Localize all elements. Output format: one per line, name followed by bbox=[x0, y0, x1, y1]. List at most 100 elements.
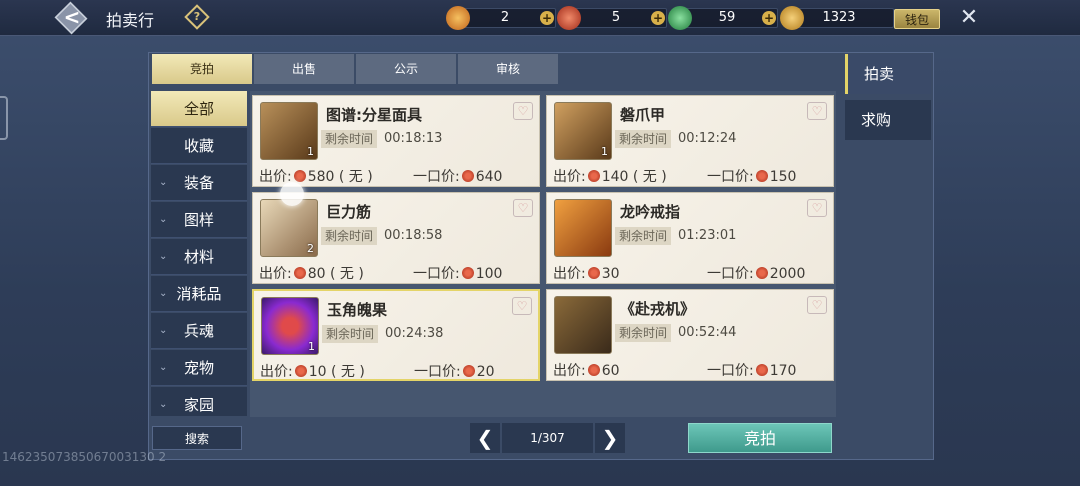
close-icon[interactable]: ✕ bbox=[956, 5, 982, 31]
tab-bidding[interactable]: 竞拍 bbox=[152, 54, 252, 84]
favorite-heart-icon[interactable]: ♡ bbox=[807, 102, 827, 120]
coin-icon bbox=[587, 170, 600, 182]
coin-icon bbox=[294, 365, 307, 377]
category-favorites[interactable]: 收藏 bbox=[151, 128, 247, 164]
currency-value: 5 bbox=[611, 10, 621, 25]
chevron-down-icon: ⌄ bbox=[159, 288, 168, 299]
item-card-selected[interactable]: 1 玉角魄果 剩余时间 00:24:38 ♡ 出价: 10 ( 无 ) 一口价: 2… bbox=[252, 289, 540, 381]
bid-prefix: 出价: bbox=[259, 266, 292, 282]
category-label: 装备 bbox=[183, 174, 214, 192]
wallet-button[interactable]: 钱包 bbox=[894, 9, 940, 29]
category-all[interactable]: 全部 bbox=[151, 91, 247, 127]
coin-icon bbox=[462, 365, 475, 377]
item-quantity: 1 bbox=[308, 340, 315, 353]
item-card[interactable]: 2 巨力筋 剩余时间 00:18:58 ♡ 出价: 80 ( 无 ) 一口价: 10… bbox=[252, 192, 540, 284]
category-label: 收藏 bbox=[183, 137, 214, 155]
category-label: 全部 bbox=[183, 100, 214, 118]
bid-prefix: 出价: bbox=[553, 169, 586, 185]
buyout-value: 20 bbox=[476, 364, 495, 380]
category-materials[interactable]: ⌄ 材料 bbox=[151, 239, 247, 275]
chevron-down-icon: ⌄ bbox=[159, 214, 168, 225]
coin-icon bbox=[293, 267, 306, 279]
item-card[interactable]: 《赴戎机》 剩余时间 00:52:44 ♡ 出价: 60 一口价: 170 bbox=[546, 289, 834, 381]
bid-price: 出价: 80 ( 无 ) bbox=[259, 263, 364, 283]
item-name: 巨力筋 bbox=[326, 203, 372, 221]
search-button[interactable]: 搜索 bbox=[152, 426, 242, 450]
tab-public[interactable]: 公示 bbox=[356, 54, 456, 84]
bid-value: 60 bbox=[601, 363, 620, 379]
bid-value: 80 ( 无 ) bbox=[307, 266, 364, 282]
favorite-heart-icon[interactable]: ♡ bbox=[807, 296, 827, 314]
bid-price: 出价: 30 bbox=[553, 263, 620, 283]
bid-prefix: 出价: bbox=[553, 266, 586, 282]
item-name: 龙吟戒指 bbox=[620, 203, 681, 221]
favorite-heart-icon[interactable]: ♡ bbox=[513, 199, 533, 217]
coin-icon bbox=[755, 170, 768, 182]
next-page-button[interactable]: ❯ bbox=[595, 423, 625, 453]
coin-icon bbox=[755, 364, 768, 376]
top-bar: < 拍卖行 ? 2 + 5 + 59 + 1323 钱包 ✕ bbox=[0, 0, 1080, 36]
previous-page-button[interactable]: ❮ bbox=[470, 423, 500, 453]
time-label: 剩余时间 bbox=[615, 130, 672, 148]
time-remaining: 00:52:44 bbox=[678, 325, 737, 340]
back-arrow-icon[interactable]: < bbox=[62, 5, 82, 29]
item-card[interactable]: 1 图谱:分星面具 剩余时间 00:18:13 ♡ 出价: 580 ( 无 ) 一… bbox=[252, 95, 540, 187]
favorite-heart-icon[interactable]: ♡ bbox=[512, 297, 532, 315]
category-label: 材料 bbox=[183, 248, 214, 266]
category-label: 家园 bbox=[183, 396, 214, 414]
red-jade-icon bbox=[557, 6, 581, 30]
bid-prefix: 出价: bbox=[553, 363, 586, 379]
tab-want-to-buy[interactable]: 求购 bbox=[845, 100, 931, 140]
bid-value: 30 bbox=[601, 266, 620, 282]
bid-button[interactable]: 竞拍 bbox=[688, 423, 832, 453]
add-currency-button[interactable]: + bbox=[762, 11, 776, 25]
category-label: 图样 bbox=[183, 211, 214, 229]
feather-token-icon bbox=[780, 6, 804, 30]
buyout-prefix: 一口价: bbox=[707, 169, 754, 185]
buyout-price: 一口价: 100 bbox=[413, 263, 502, 283]
chevron-down-icon: ⌄ bbox=[159, 399, 168, 410]
category-consumables[interactable]: ⌄ 消耗品 bbox=[151, 276, 247, 312]
side-handle[interactable] bbox=[0, 96, 8, 140]
item-name: 磐爪甲 bbox=[620, 106, 666, 124]
item-quantity: 1 bbox=[601, 145, 608, 158]
tab-review[interactable]: 审核 bbox=[458, 54, 558, 84]
currency-value: 59 bbox=[718, 10, 736, 25]
item-thumbnail: 2 bbox=[260, 199, 318, 257]
touch-indicator bbox=[280, 182, 304, 206]
tab-sell[interactable]: 出售 bbox=[254, 54, 354, 84]
item-thumbnail bbox=[554, 296, 612, 354]
time-remaining: 01:23:01 bbox=[678, 228, 737, 243]
category-label: 宠物 bbox=[183, 359, 214, 377]
help-icon[interactable]: ? bbox=[184, 4, 210, 30]
add-currency-button[interactable]: + bbox=[651, 11, 665, 25]
coin-icon bbox=[587, 267, 600, 279]
buyout-value: 640 bbox=[475, 169, 503, 185]
chevron-down-icon: ⌄ bbox=[159, 325, 168, 336]
category-patterns[interactable]: ⌄ 图样 bbox=[151, 202, 247, 238]
item-card[interactable]: 龙吟戒指 剩余时间 01:23:01 ♡ 出价: 30 一口价: 2000 bbox=[546, 192, 834, 284]
chevron-down-icon: ⌄ bbox=[159, 251, 168, 262]
green-jade-icon bbox=[668, 6, 692, 30]
bid-value: 580 ( 无 ) bbox=[307, 169, 373, 185]
item-thumbnail bbox=[554, 199, 612, 257]
category-pets[interactable]: ⌄ 宠物 bbox=[151, 350, 247, 386]
buyout-value: 150 bbox=[769, 169, 797, 185]
category-home[interactable]: ⌄ 家园 bbox=[151, 387, 247, 416]
category-equipment[interactable]: ⌄ 装备 bbox=[151, 165, 247, 201]
tab-auction[interactable]: 拍卖 bbox=[845, 54, 931, 94]
currency-value: 2 bbox=[500, 10, 510, 25]
buyout-prefix: 一口价: bbox=[413, 266, 460, 282]
category-list: 全部 收藏 ⌄ 装备 ⌄ 图样 ⌄ 材料 ⌄ 消耗品 ⌄ 兵魂 ⌄ 宠物 ⌄ 家园 bbox=[151, 91, 247, 416]
item-card[interactable]: 1 磐爪甲 剩余时间 00:12:24 ♡ 出价: 140 ( 无 ) 一口价: 1… bbox=[546, 95, 834, 187]
add-currency-button[interactable]: + bbox=[540, 11, 554, 25]
time-label: 剩余时间 bbox=[321, 130, 378, 148]
item-name: 《赴戎机》 bbox=[620, 300, 696, 318]
favorite-heart-icon[interactable]: ♡ bbox=[513, 102, 533, 120]
category-label: 消耗品 bbox=[176, 285, 222, 303]
time-remaining: 00:12:24 bbox=[678, 131, 737, 146]
buyout-value: 170 bbox=[769, 363, 797, 379]
category-weapon-souls[interactable]: ⌄ 兵魂 bbox=[151, 313, 247, 349]
favorite-heart-icon[interactable]: ♡ bbox=[807, 199, 827, 217]
gold-coin-icon bbox=[446, 6, 470, 30]
